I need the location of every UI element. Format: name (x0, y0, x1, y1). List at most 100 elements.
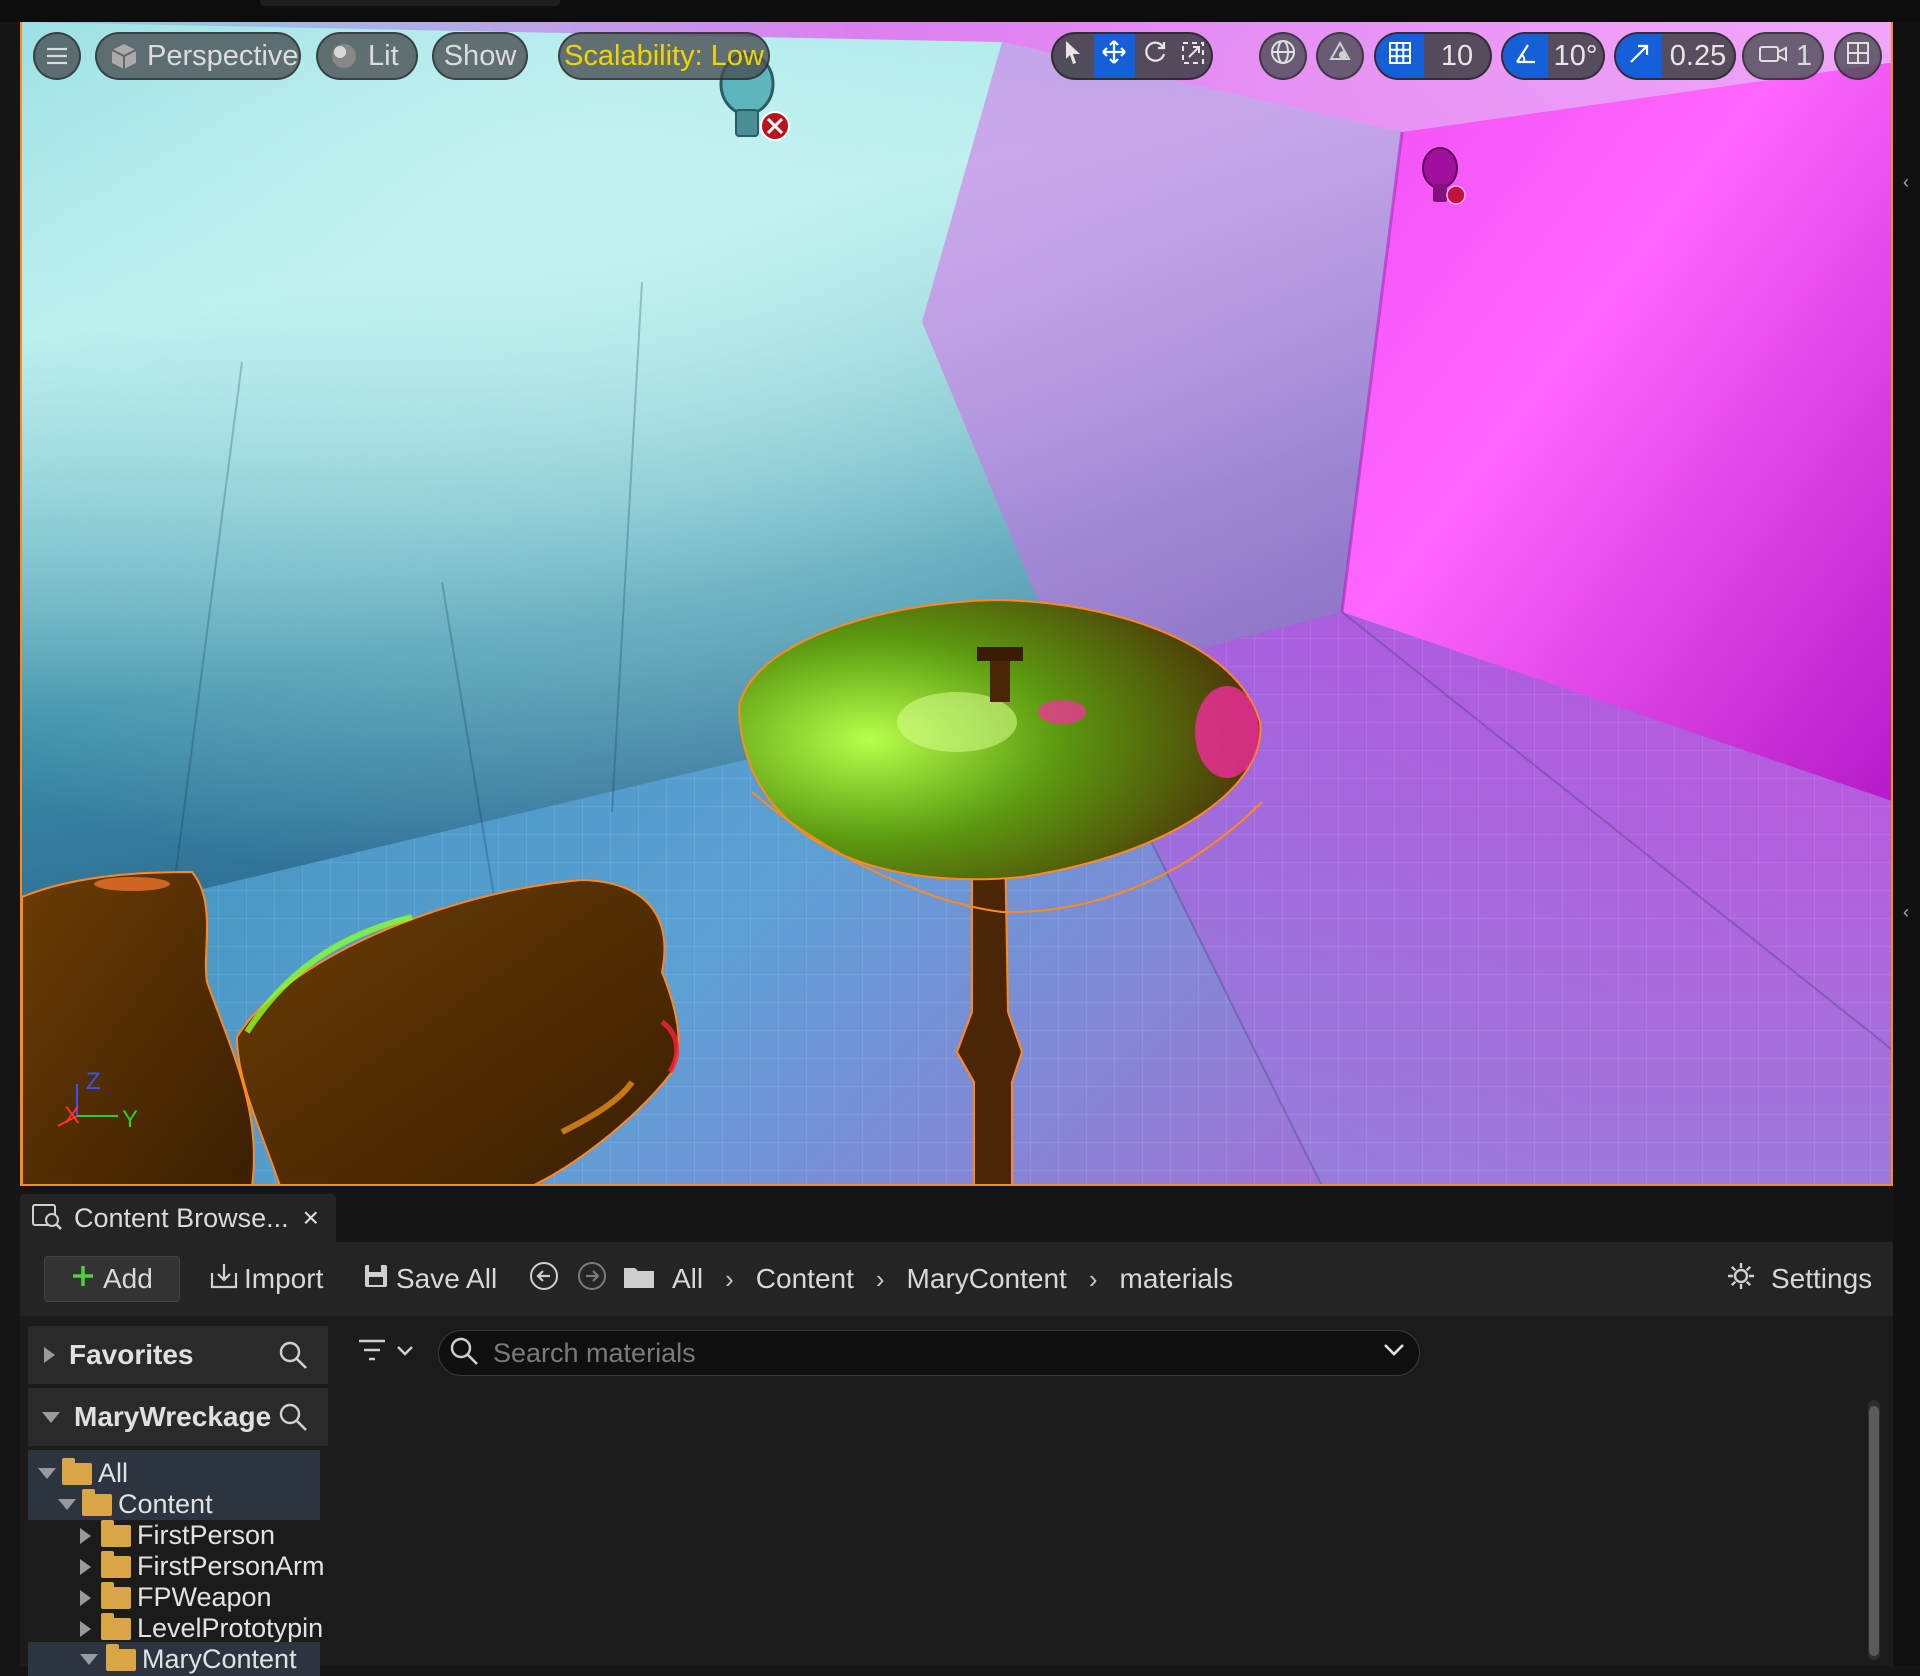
tree-item-fpweapon[interactable]: FPWeapon (80, 1581, 272, 1613)
collapse-arrow-icon[interactable] (80, 1654, 98, 1665)
select-cursor-icon (1063, 39, 1083, 73)
close-tab-icon[interactable]: × (303, 1202, 319, 1234)
chevron-right-icon[interactable]: › (1089, 1264, 1098, 1295)
chevron-right-icon[interactable]: › (876, 1264, 885, 1295)
viewport-layout-button[interactable] (1834, 32, 1882, 80)
translate-tool-button[interactable] (1093, 34, 1135, 78)
settings-button[interactable]: Settings (1725, 1242, 1872, 1316)
search-icon[interactable] (278, 1340, 308, 1377)
tree-item-firstperson[interactable]: FirstPerson (80, 1519, 276, 1551)
folder-icon (101, 1550, 131, 1578)
expand-arrow-icon[interactable] (44, 1347, 55, 1363)
save-all-button[interactable]: Save All (362, 1242, 497, 1316)
scrollbar-thumb[interactable] (1869, 1406, 1879, 1656)
filter-icon (356, 1336, 388, 1369)
content-browser-body: Favorites MaryWreckage All Content First… (20, 1316, 1893, 1676)
tree-item-all[interactable]: All (38, 1457, 128, 1489)
tree-item-label: LevelPrototypin (137, 1613, 324, 1643)
favorites-label: Favorites (69, 1339, 194, 1370)
tree-item-content[interactable]: Content (58, 1488, 213, 1520)
search-icon[interactable] (278, 1402, 308, 1439)
rotate-tool-button[interactable] (1135, 34, 1176, 78)
viewport-scene[interactable]: ampBlueMaterialampOrangeMaterialcabinetM… (22, 22, 1893, 1186)
sources-panel: Favorites MaryWreckage All Content First… (28, 1326, 328, 1676)
tree-item-marycontent[interactable]: MaryContent (80, 1643, 297, 1675)
tree-item-levelprototyping[interactable]: LevelPrototypin (80, 1612, 324, 1644)
viewport-options-button[interactable] (33, 32, 81, 80)
breadcrumb: All › Content › MaryContent › materials (672, 1242, 1233, 1316)
scale-tool-button[interactable] (1176, 34, 1211, 78)
collapse-arrow-icon[interactable]: ‹ (1903, 902, 1909, 923)
add-button[interactable]: Add (44, 1242, 180, 1316)
hamburger-menu-icon (46, 47, 68, 65)
tree-item-label: FPWeapon (137, 1582, 272, 1612)
scale-icon (1181, 40, 1205, 73)
tree-item-firstpersonarms[interactable]: FirstPersonArm (80, 1550, 325, 1582)
folder-open-icon (82, 1488, 112, 1516)
content-browser-icon (30, 1201, 64, 1236)
angle-icon (1514, 40, 1538, 73)
plus-icon (71, 1263, 95, 1295)
browse-folder-button[interactable] (622, 1242, 656, 1316)
filter-row (338, 1324, 1893, 1386)
collapse-arrow-icon[interactable]: ‹ (1903, 172, 1909, 193)
content-browser-tab[interactable]: Content Browse... × (20, 1194, 336, 1242)
asset-scrollbar[interactable] (1868, 1400, 1880, 1660)
transform-tools-group (1051, 32, 1213, 80)
breadcrumb-marycontent[interactable]: MaryContent (907, 1263, 1067, 1295)
save-disk-icon (362, 1262, 390, 1297)
content-browser-toolbar: Add Import Save All All › Content › Mary… (20, 1242, 1893, 1316)
project-section-header[interactable]: MaryWreckage (28, 1388, 328, 1446)
grid-icon (1388, 40, 1412, 73)
show-label: Show (443, 39, 517, 72)
coordinate-system-button[interactable] (1259, 32, 1307, 80)
breadcrumb-materials[interactable]: materials (1120, 1263, 1234, 1295)
history-forward-button[interactable] (576, 1242, 608, 1316)
globe-icon (1270, 39, 1296, 73)
tree-item-label: FirstPersonArm (137, 1551, 325, 1581)
collapse-arrow-icon[interactable] (42, 1411, 60, 1423)
folder-open-icon (106, 1643, 136, 1671)
asset-view (338, 1316, 1893, 1666)
chevron-right-icon[interactable]: › (725, 1264, 734, 1295)
folder-icon (101, 1519, 131, 1547)
view-mode-button[interactable]: Perspective (95, 32, 301, 80)
expand-arrow-icon[interactable] (80, 1589, 91, 1606)
grid-snap-value[interactable]: 10 (1424, 34, 1490, 78)
camera-speed-button[interactable]: 1 (1742, 32, 1824, 80)
expand-arrow-icon[interactable] (80, 1558, 91, 1575)
axis-y-label: Y (122, 1106, 139, 1133)
import-icon (208, 1261, 240, 1298)
surface-snapping-button[interactable] (1316, 32, 1364, 80)
add-label: Add (103, 1263, 153, 1294)
breadcrumb-all[interactable]: All (672, 1263, 703, 1295)
expand-arrow-icon[interactable] (80, 1620, 91, 1637)
rotation-snap-value[interactable]: 10° (1548, 34, 1603, 78)
chevron-down-icon[interactable] (1383, 1343, 1405, 1362)
history-back-button[interactable] (528, 1242, 560, 1316)
tree-item-label: FirstPerson (137, 1520, 276, 1550)
layout-grid-icon (1846, 40, 1870, 73)
save-all-label: Save All (396, 1263, 498, 1294)
project-label: MaryWreckage (74, 1401, 272, 1432)
scalability-warning-button[interactable]: Scalability: Low (558, 32, 770, 80)
collapse-arrow-icon[interactable] (58, 1499, 76, 1510)
scale-snap-value[interactable]: 0.25 (1662, 34, 1734, 78)
expand-arrow-icon[interactable] (80, 1527, 91, 1544)
select-tool-button[interactable] (1053, 34, 1094, 78)
rotation-snap-toggle[interactable] (1503, 34, 1549, 78)
import-button[interactable]: Import (208, 1242, 323, 1316)
show-button[interactable]: Show (432, 32, 528, 80)
collapse-arrow-icon[interactable] (38, 1468, 56, 1479)
search-input[interactable] (493, 1337, 1373, 1369)
content-browser-tab-title: Content Browse... (74, 1202, 289, 1233)
scale-snap-group: 0.25 (1614, 32, 1736, 80)
lighting-mode-button[interactable]: Lit (316, 32, 418, 80)
scale-snap-toggle[interactable] (1616, 34, 1662, 78)
surface-snap-icon (1327, 39, 1353, 73)
filter-dropdown-button[interactable] (356, 1336, 414, 1369)
breadcrumb-content[interactable]: Content (756, 1263, 854, 1295)
level-viewport[interactable]: ampBlueMaterialampOrangeMaterialcabinetM… (20, 22, 1893, 1186)
grid-snap-toggle[interactable] (1376, 34, 1424, 78)
favorites-section-header[interactable]: Favorites (28, 1326, 328, 1384)
